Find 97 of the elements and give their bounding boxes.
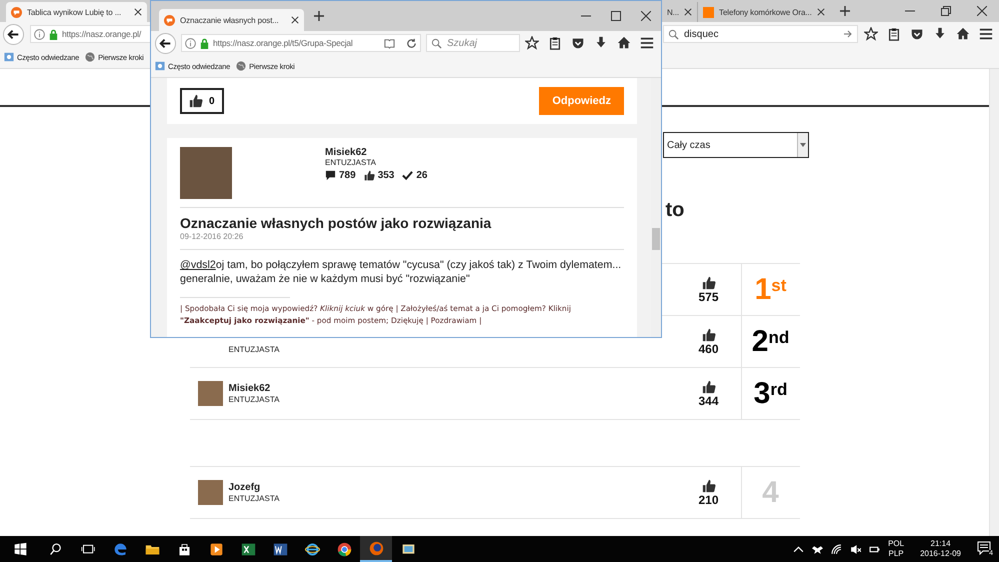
author-name[interactable]: Misiek62 [325, 147, 428, 158]
reader-view-icon[interactable] [384, 38, 395, 48]
thumbs-up-icon [702, 328, 716, 342]
user-name[interactable]: Misiek62 [228, 383, 280, 395]
browser-e-icon [304, 542, 320, 556]
lock-icon [199, 38, 210, 48]
info-icon[interactable] [34, 28, 45, 40]
address-bar[interactable]: https://nasz.orange.pl/t5/Grupa-Specjal [181, 34, 421, 52]
wifi-icon[interactable] [831, 544, 842, 554]
play-icon [208, 542, 224, 556]
stat-count: 353 [378, 170, 394, 182]
avatar-image [198, 381, 222, 406]
close-icon[interactable] [684, 8, 692, 16]
speech-bubble-icon [325, 170, 336, 182]
arrow-right-icon[interactable] [844, 30, 852, 38]
download-icon[interactable] [933, 27, 947, 41]
search-field[interactable]: Szukaj [426, 34, 520, 52]
thumbs-up-icon [364, 170, 375, 182]
likes-count: 460 [698, 342, 719, 356]
spreadsheet-icon [240, 542, 256, 556]
browser-e-icon [112, 542, 128, 556]
taskbar-button[interactable] [360, 536, 392, 562]
stat-count: 789 [339, 170, 356, 182]
star-icon[interactable] [525, 36, 539, 50]
menu-icon[interactable] [640, 36, 654, 50]
rank-number: 2$^{nd}$ [750, 324, 790, 360]
author-rank: ENTUZJASTA [325, 158, 377, 168]
close-icon[interactable] [641, 11, 651, 21]
reload-icon[interactable] [406, 38, 417, 48]
mention-link[interactable]: @vdsl2 [180, 259, 216, 272]
user-name[interactable]: Jozefg [228, 482, 280, 494]
stat-count: 26 [416, 170, 428, 182]
likes-count: 210 [698, 492, 719, 506]
home-icon[interactable] [956, 27, 970, 41]
pocket-icon[interactable] [571, 36, 585, 50]
lock-icon [48, 28, 59, 40]
scrollbar[interactable] [989, 69, 999, 536]
info-icon[interactable] [185, 38, 196, 48]
pocket-icon[interactable] [910, 27, 924, 41]
likes-count: 344 [698, 394, 719, 408]
rank-number: 1$^{st}$ [754, 272, 788, 308]
download-icon[interactable] [594, 36, 608, 50]
thumbs-up-icon [702, 276, 716, 290]
browser-tab[interactable]: Telefony komórkowe Ora... [698, 2, 830, 22]
dropdown-arrow-icon [800, 143, 806, 147]
section-heading: to [666, 199, 686, 223]
new-tab-icon[interactable] [314, 11, 324, 21]
thumbs-up-icon [189, 94, 203, 108]
windows-logo-icon [12, 542, 28, 556]
photo-placeholder [180, 147, 232, 200]
document-icon [272, 542, 288, 556]
shopping-bag-icon [176, 542, 192, 556]
speech-bubble-icon [164, 14, 175, 26]
picture-icon [400, 542, 416, 556]
avatar-image [198, 480, 222, 505]
search-icon [48, 542, 64, 556]
user-rank: ENTUZJASTA [228, 345, 280, 354]
browser-tab[interactable]: Tablica wynikow Lubię to ... [6, 2, 147, 22]
bookmark-folder-icon [4, 52, 14, 62]
clock[interactable]: 21:14 2016-12-09 [920, 539, 961, 559]
browser-tab[interactable]: Oznaczanie własnych post... [159, 9, 304, 31]
post-body: @vdsl2oj tam, bo połączyłem sprawę tematów "cycusa" (czy jakoś tak) z Twoim dylematem... generalnie, uważam że nie w każdym musi być "rozwiązanie" [180, 259, 622, 287]
square-icon [703, 6, 714, 18]
globe-icon [236, 61, 246, 71]
restore-icon[interactable] [941, 6, 951, 16]
mute-icon[interactable] [850, 544, 862, 554]
kudos-button[interactable]: 0 [180, 88, 224, 114]
star-icon[interactable] [864, 27, 878, 41]
search-field[interactable]: disquec [663, 25, 858, 43]
back-button[interactable] [3, 24, 24, 44]
clipboard-icon[interactable] [887, 27, 901, 41]
checkmark-icon [402, 170, 414, 182]
post-title: Oznaczanie własnych postów jako rozwiązania [180, 215, 492, 232]
address-bar[interactable]: https://nasz.orange.pl/ [30, 25, 153, 43]
post-date: 09-12-2016 20:26 [180, 232, 624, 250]
menu-icon[interactable] [979, 27, 993, 41]
browser-circle-icon [336, 542, 352, 556]
close-icon[interactable] [977, 6, 987, 16]
thumbs-up-icon [702, 478, 716, 492]
thumbs-up-icon [702, 380, 716, 394]
user-rank: ENTUZJASTA [228, 494, 280, 503]
globe-icon [85, 52, 96, 62]
user-rank: ENTUZJASTA [228, 395, 280, 404]
language-indicator[interactable]: POL PLP [888, 539, 904, 559]
maximize-icon[interactable] [611, 11, 621, 21]
back-button[interactable] [155, 32, 176, 54]
likes-count: 575 [698, 290, 719, 304]
rank-number: 3$^{rd}$ [752, 376, 788, 412]
close-icon[interactable] [134, 8, 142, 16]
clipboard-icon[interactable] [548, 36, 562, 50]
close-icon[interactable] [816, 8, 825, 16]
home-icon[interactable] [617, 36, 631, 50]
bookmark-folder-icon [155, 61, 165, 71]
period-select[interactable]: Cały czas [663, 132, 809, 158]
new-tab-icon[interactable] [840, 6, 850, 16]
speech-bubble-icon [11, 6, 22, 18]
close-icon[interactable] [291, 16, 299, 24]
